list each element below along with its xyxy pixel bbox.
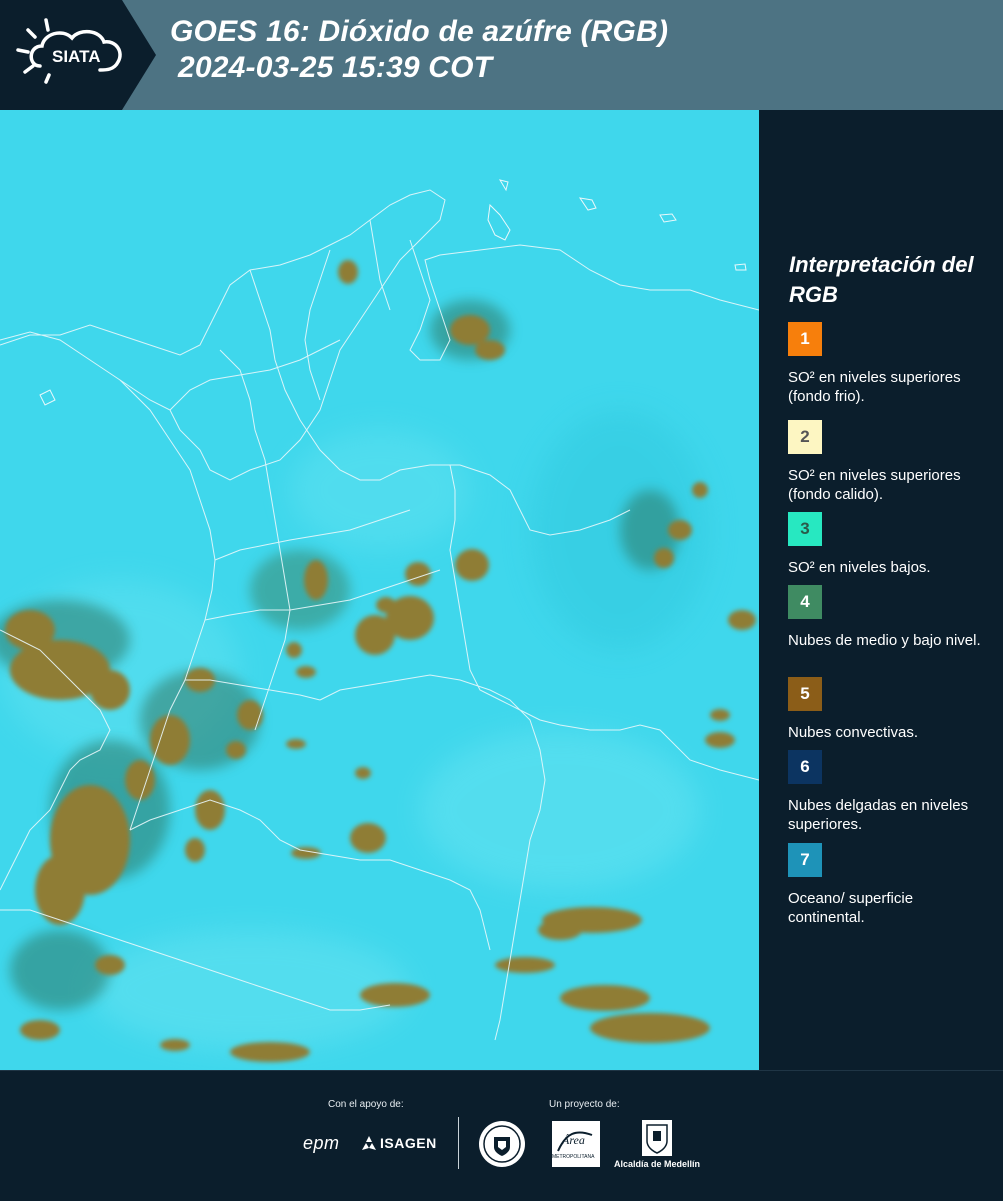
alcaldia-crest-icon (642, 1120, 672, 1156)
header-bar: SIATA GOES 16: Dióxido de azúfre (RGB) 2… (0, 0, 1003, 110)
title-datetime: 2024-03-25 15:39 COT (178, 51, 493, 84)
legend-swatch-6: 6 (788, 750, 822, 784)
medellin-seal-icon (479, 1121, 525, 1167)
legend-item-6: 6 Nubes delgadas en niveles superiores. (788, 750, 993, 834)
siata-wordmark: SIATA (52, 47, 100, 66)
isagen-icon (362, 1136, 376, 1150)
support-label: Con el apoyo de: (328, 1099, 404, 1110)
page-title: GOES 16: Dióxido de azúfre (RGB) 2024-03… (170, 14, 668, 86)
legend-panel: Interpretación del RGB 1 SO² en niveles … (759, 110, 1003, 1070)
legend-item-1: 1 SO² en niveles superiores (fondo frio)… (788, 322, 993, 406)
legend-text-4: Nubes de medio y bajo nivel. (788, 632, 981, 649)
legend-swatch-5: 5 (788, 677, 822, 711)
legend-swatch-4: 4 (788, 585, 822, 619)
footer: Con el apoyo de: Un proyecto de: epm ISA… (0, 1070, 1003, 1201)
legend-swatch-7: 7 (788, 843, 822, 877)
legend-item-7: 7 Oceano/ superficie continental. (788, 843, 993, 927)
legend-title: Interpretación del RGB (789, 252, 974, 307)
legend-text-1: SO² en niveles superiores (fondo frio). (788, 369, 961, 405)
legend-swatch-2: 2 (788, 420, 822, 454)
epm-logo: epm (303, 1133, 340, 1153)
isagen-logo: ISAGEN (380, 1135, 437, 1151)
footer-divider (458, 1117, 459, 1169)
project-label: Un proyecto de: (549, 1099, 620, 1110)
alcaldia-label: Alcaldía de Medellín (614, 1159, 701, 1169)
legend-text-7: Oceano/ superficie continental. (788, 890, 914, 926)
area-logo-text: Área (562, 1133, 585, 1147)
legend-item-2: 2 SO² en niveles superiores (fondo calid… (788, 420, 993, 504)
satellite-map[interactable] (0, 110, 759, 1070)
legend-text-2: SO² en niveles superiores (fondo calido)… (788, 467, 961, 503)
legend-swatch-3: 3 (788, 512, 822, 546)
legend-item-5: 5 Nubes convectivas. (788, 677, 993, 742)
legend-swatch-1: 1 (788, 322, 822, 356)
legend-item-4: 4 Nubes de medio y bajo nivel. (788, 585, 993, 650)
legend-item-3: 3 SO² en niveles bajos. (788, 512, 993, 577)
title-product: GOES 16: Dióxido de azúfre (RGB) (170, 15, 669, 48)
area-logo-subtext: METROPOLITANA (552, 1154, 595, 1160)
legend-text-5: Nubes convectivas. (788, 724, 919, 741)
legend-text-6: Nubes delgadas en niveles superiores. (788, 797, 969, 833)
siata-logo: SIATA (0, 0, 156, 110)
legend-text-3: SO² en niveles bajos. (788, 559, 931, 576)
